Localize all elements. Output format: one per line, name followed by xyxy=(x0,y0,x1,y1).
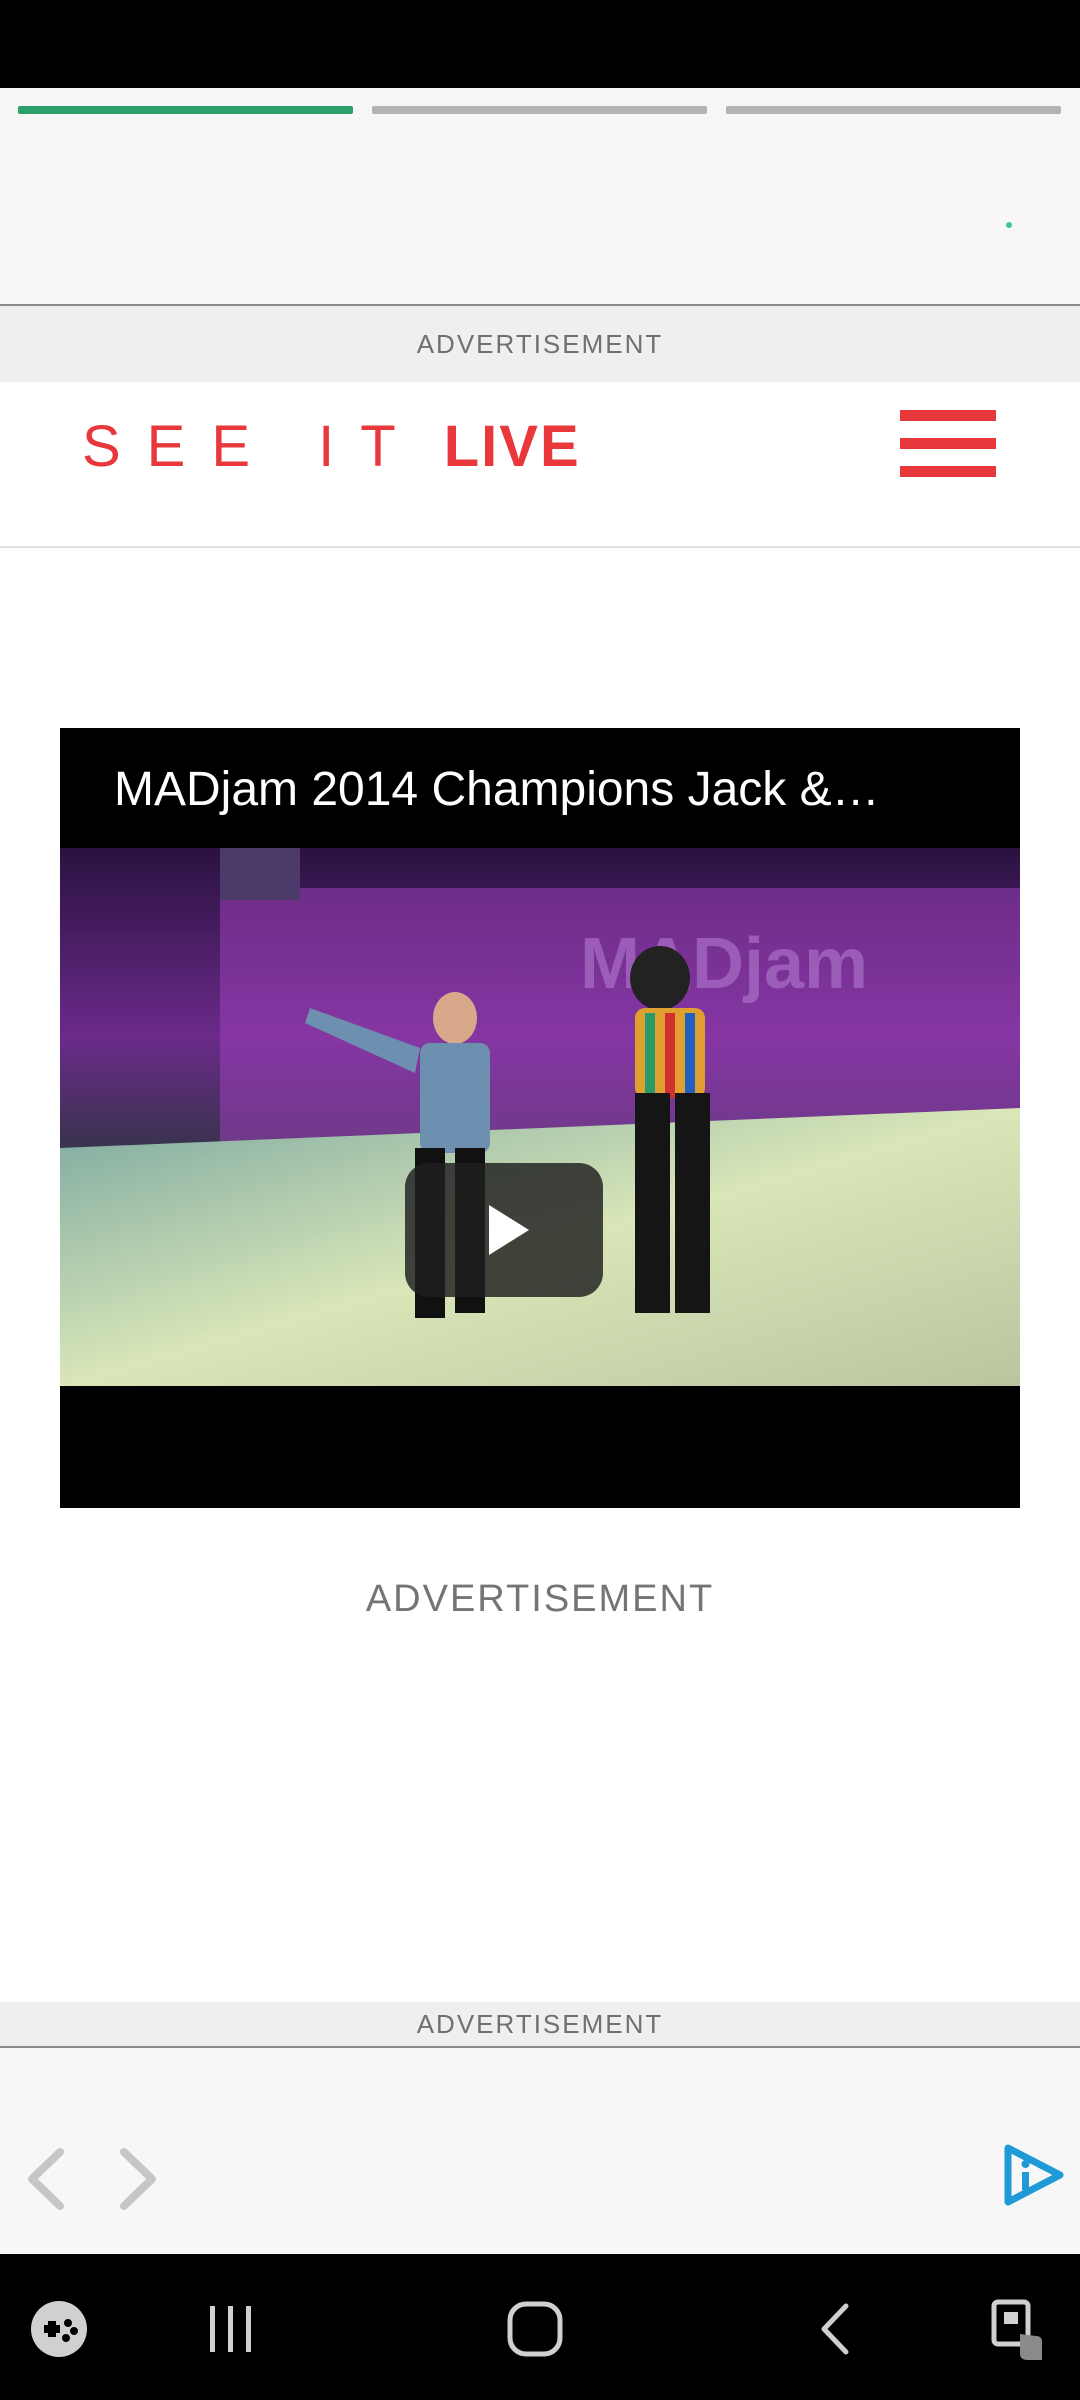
advertisement-label-top: ADVERTISEMENT xyxy=(0,306,1080,382)
game-launcher-icon[interactable] xyxy=(24,2294,94,2364)
hamburger-icon[interactable] xyxy=(898,394,998,494)
video-player[interactable]: MADjam 2014 Champions Jack &… MADjam xyxy=(60,728,1020,1508)
story-progress-area xyxy=(0,88,1080,306)
loading-spinner-icon xyxy=(1004,220,1014,230)
site-logo[interactable]: SEE IT LIVE xyxy=(82,404,581,488)
accessibility-icon[interactable] xyxy=(984,2294,1054,2364)
story-progress-segment-2 xyxy=(372,106,707,114)
chevron-left-icon[interactable] xyxy=(18,2144,74,2214)
video-thumbnail[interactable]: MADjam xyxy=(60,848,1020,1386)
system-navigation-bar xyxy=(0,2254,1080,2400)
svg-text:MADjam: MADjam xyxy=(580,924,868,1004)
back-icon[interactable] xyxy=(802,2294,872,2364)
video-title[interactable]: MADjam 2014 Champions Jack &… xyxy=(114,762,994,817)
story-progress-segment-1 xyxy=(18,106,353,114)
play-info-icon[interactable] xyxy=(998,2140,1068,2210)
status-bar xyxy=(0,0,1080,88)
home-icon[interactable] xyxy=(500,2294,570,2364)
story-navigation-panel xyxy=(0,2048,1080,2254)
recent-apps-icon[interactable] xyxy=(196,2294,266,2364)
logo-live-text: LIVE xyxy=(443,413,581,479)
story-progress-segment-3 xyxy=(726,106,1061,114)
video-thumbnail-image: MADjam xyxy=(60,848,1020,1386)
advertisement-label-bottom: ADVERTISEMENT xyxy=(0,2002,1080,2048)
site-header: SEE IT LIVE xyxy=(0,382,1080,548)
advertisement-label-middle: ADVERTISEMENT xyxy=(365,1578,715,1620)
logo-see-it-text: SEE IT xyxy=(82,413,422,479)
play-button[interactable] xyxy=(405,1163,603,1297)
chevron-right-icon[interactable] xyxy=(110,2144,166,2214)
